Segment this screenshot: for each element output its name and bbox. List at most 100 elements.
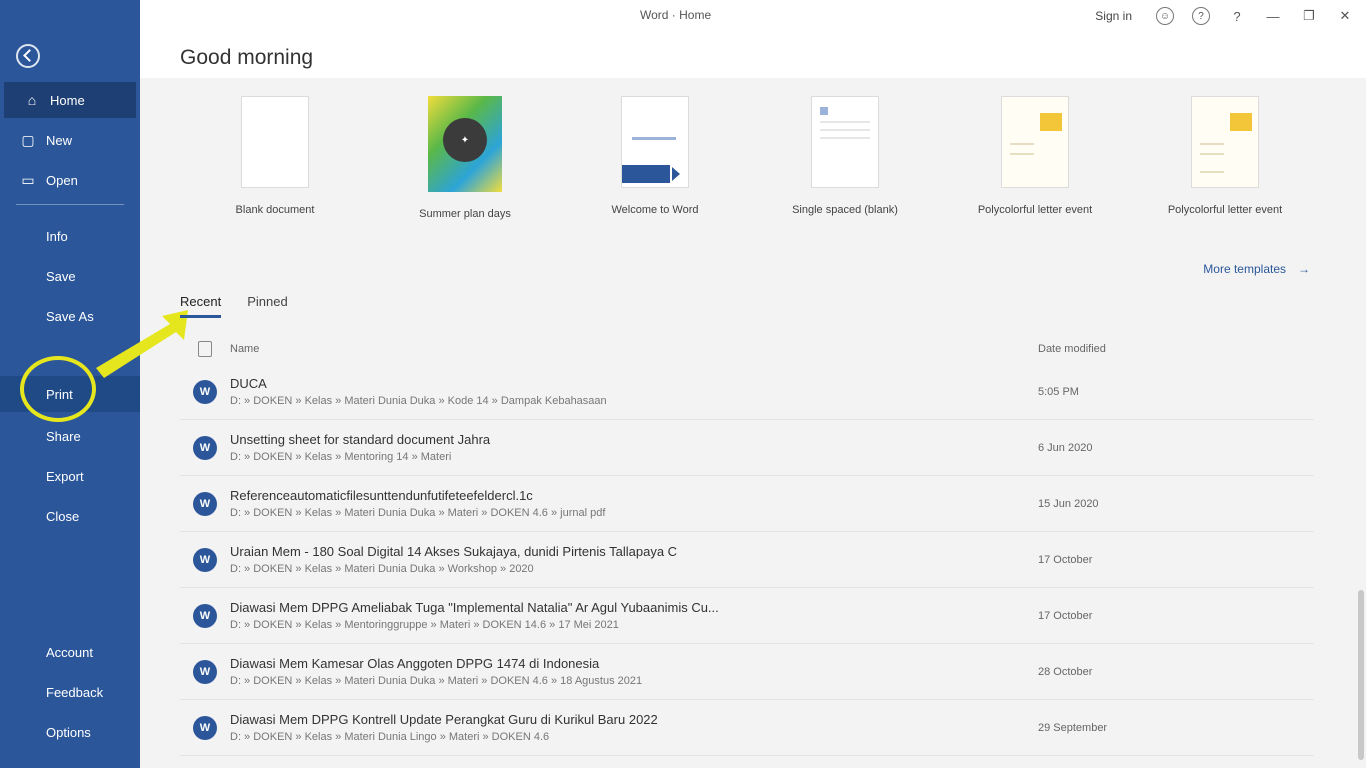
word-document-icon: W xyxy=(193,435,217,460)
thumbnail-line xyxy=(1200,143,1224,145)
sidebar-item-home[interactable]: ⌂ Home xyxy=(4,82,136,118)
thumbnail-line xyxy=(1200,153,1224,155)
row-icon-cell: W xyxy=(180,603,230,628)
template-label: Polycolorful letter event xyxy=(1167,204,1283,216)
thumbnail-line xyxy=(1010,143,1034,145)
arrow-right-icon: → xyxy=(1298,262,1310,276)
sidebar-item-label: Account xyxy=(46,644,93,660)
scrollbar[interactable] xyxy=(1358,590,1364,760)
minimize-icon[interactable]: — xyxy=(1264,7,1282,25)
list-item[interactable]: W Diawasi Mem DPPG Ameliabak Tuga "Imple… xyxy=(180,588,1314,644)
row-icon-cell: W xyxy=(180,547,230,572)
back-arrow-icon[interactable] xyxy=(16,44,40,68)
more-templates-label: More templates xyxy=(1203,262,1286,276)
file-path: D: » DOKEN » Kelas » Materi Dunia Duka »… xyxy=(230,563,534,575)
file-date: 6 Jun 2020 xyxy=(1038,441,1093,454)
template-label: Welcome to Word xyxy=(611,204,699,216)
list-item[interactable]: W Unsetting sheet for standard document … xyxy=(180,420,1314,476)
column-header-name[interactable]: Name xyxy=(230,343,1038,355)
tab-recent[interactable]: Recent xyxy=(180,294,222,318)
word-document-icon: W xyxy=(193,659,217,684)
template-event-1[interactable]: Polycolorful letter event xyxy=(940,96,1130,226)
file-name: Diawasi Mem DPPG Kontrell Update Perangk… xyxy=(230,712,658,727)
file-name: Diawasi Mem Kamesar Olas Anggoten DPPG 1… xyxy=(230,656,600,671)
template-thumbnail xyxy=(621,96,689,188)
template-event-2[interactable]: Polycolorful letter event xyxy=(1130,96,1320,226)
sidebar-item-save[interactable]: Save xyxy=(0,258,140,294)
sidebar-item-info[interactable]: Info xyxy=(0,218,140,254)
sidebar-item-label: Info xyxy=(46,228,68,244)
page-title: Good morning xyxy=(180,46,314,69)
sidebar-divider xyxy=(16,204,124,205)
thumbnail-arrow-icon xyxy=(672,167,680,181)
thumbnail-line xyxy=(1200,171,1224,173)
template-welcome-to-word[interactable]: Welcome to Word xyxy=(560,96,750,226)
sidebar-item-share[interactable]: Share xyxy=(0,418,140,454)
thumbnail-line xyxy=(820,137,870,139)
row-text: Referenceautomaticfilesunttendunfutifete… xyxy=(230,488,1038,519)
sidebar-item-new[interactable]: ▢ New xyxy=(0,122,140,158)
home-icon: ⌂ xyxy=(27,92,37,108)
word-document-icon: W xyxy=(193,547,217,572)
template-summer-plan[interactable]: ✦ Summer plan days xyxy=(370,96,560,226)
people-icon[interactable]: ☺ xyxy=(1156,7,1174,25)
sidebar-item-label: Open xyxy=(46,172,78,188)
row-text: Diawasi Mem DPPG Ameliabak Tuga "Impleme… xyxy=(230,600,1038,631)
list-item[interactable]: W DUCA D: » DOKEN » Kelas » Materi Dunia… xyxy=(180,364,1314,420)
sidebar-item-export[interactable]: Export xyxy=(0,458,140,494)
restore-icon[interactable]: ❐ xyxy=(1300,7,1318,25)
annotation-circle xyxy=(20,356,96,422)
new-document-icon: ▢ xyxy=(21,131,35,148)
row-icon-cell: W xyxy=(180,659,230,684)
sidebar-item-feedback[interactable]: Feedback xyxy=(0,674,140,710)
file-path: D: » DOKEN » Kelas » Materi Dunia Lingo … xyxy=(230,731,550,743)
word-document-icon: W xyxy=(193,491,217,516)
template-label: Single spaced (blank) xyxy=(792,204,898,216)
template-label: Polycolorful letter event xyxy=(977,204,1093,216)
list-item[interactable]: W Referenceautomaticfilesunttendunfutife… xyxy=(180,476,1314,532)
file-date: 17 October xyxy=(1038,553,1093,566)
template-single-spaced[interactable]: Single spaced (blank) xyxy=(750,96,940,226)
row-icon-cell: W xyxy=(180,715,230,740)
folder-open-icon: ▭ xyxy=(21,171,35,188)
row-text: Unsetting sheet for standard document Ja… xyxy=(230,432,1038,463)
sidebar-item-close[interactable]: Close xyxy=(0,498,140,534)
template-thumbnail xyxy=(241,96,309,188)
file-date: 28 October xyxy=(1038,665,1093,678)
column-header-date[interactable]: Date modified xyxy=(1038,343,1314,355)
row-icon-cell: W xyxy=(180,379,230,404)
thumbnail-line xyxy=(632,137,676,140)
template-thumbnail: ✦ xyxy=(428,96,502,192)
file-date: 29 September xyxy=(1038,721,1108,734)
sidebar-item-account[interactable]: Account xyxy=(0,634,140,670)
file-date: 15 Jun 2020 xyxy=(1038,497,1099,510)
help-circle-icon[interactable]: ? xyxy=(1192,7,1210,25)
row-text: Diawasi Mem DPPG Kontrell Update Perangk… xyxy=(230,712,1038,743)
sidebar-item-open[interactable]: ▭ Open xyxy=(0,162,140,198)
word-document-icon: W xyxy=(193,715,217,740)
list-item[interactable]: W Diawasi Mem Kamesar Olas Anggoten DPPG… xyxy=(180,644,1314,700)
more-templates-link[interactable]: More templates → xyxy=(1203,262,1310,276)
sidebar-item-label: Export xyxy=(46,468,84,484)
recent-files-list: W DUCA D: » DOKEN » Kelas » Materi Dunia… xyxy=(180,364,1314,756)
list-item[interactable]: W Uraian Mem - 180 Soal Digital 14 Akses… xyxy=(180,532,1314,588)
tab-pinned[interactable]: Pinned xyxy=(247,294,287,318)
template-label: Blank document xyxy=(235,204,315,216)
sidebar-item-options[interactable]: Options xyxy=(0,714,140,750)
file-name: Referenceautomaticfilesunttendunfutifete… xyxy=(230,488,533,503)
row-text: Uraian Mem - 180 Soal Digital 14 Akses S… xyxy=(230,544,1038,575)
file-date: 5:05 PM xyxy=(1038,385,1079,398)
sign-in-link[interactable]: Sign in xyxy=(1095,9,1132,23)
thumbnail-accent xyxy=(1040,113,1062,131)
file-tabs: Recent Pinned xyxy=(180,294,288,318)
thumbnail-band xyxy=(622,165,670,183)
column-icon-header xyxy=(180,341,230,357)
feedback-icon[interactable]: ? xyxy=(1228,7,1246,25)
close-icon[interactable]: ✕ xyxy=(1336,7,1354,25)
list-item[interactable]: W Diawasi Mem DPPG Kontrell Update Peran… xyxy=(180,700,1314,756)
window-title: Word · Home xyxy=(640,8,712,22)
template-blank-document[interactable]: Blank document xyxy=(180,96,370,226)
home-header: Good morning xyxy=(140,32,1366,78)
title-bar-controls: Sign in ☺ ? ? — ❐ ✕ xyxy=(1095,4,1354,28)
thumbnail-line xyxy=(820,121,870,123)
